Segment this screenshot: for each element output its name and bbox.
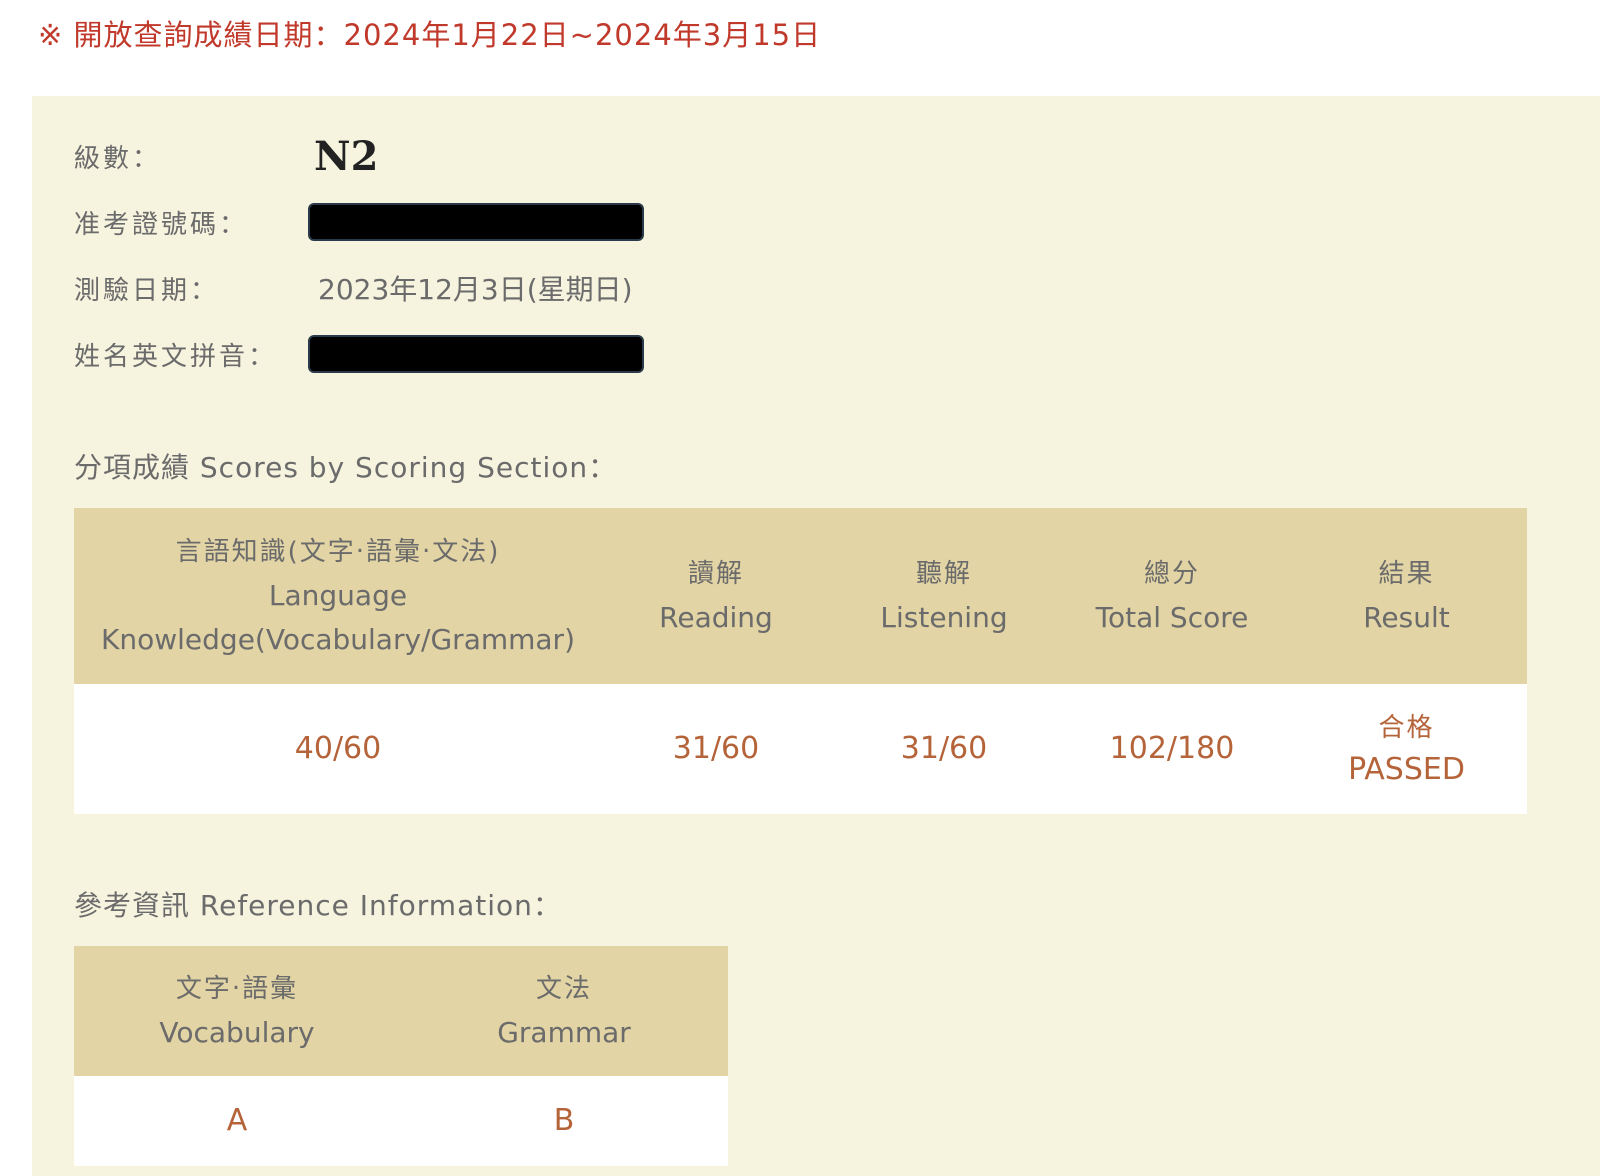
reference-heading: 參考資訊 Reference Information： xyxy=(74,889,562,922)
header-total-score-zh: 總分 xyxy=(1143,559,1200,589)
level-value: N2 xyxy=(314,132,379,180)
reference-value-row: A B xyxy=(74,1076,728,1166)
result-zh: 合格 xyxy=(1378,713,1435,743)
reference-header-row: 文字‧語彙 Vocabulary 文法 Grammar xyxy=(74,946,728,1076)
header-reading-zh: 讀解 xyxy=(687,559,744,589)
header-result-en: Result xyxy=(1363,601,1450,634)
header-vocabulary-zh: 文字‧語彙 xyxy=(175,974,299,1004)
header-reading: 讀解 Reading xyxy=(602,508,830,684)
exam-id-redacted xyxy=(308,203,644,241)
score-value-row: 40/60 31/60 31/60 102/180 合格 PASSED xyxy=(74,684,1527,814)
header-language-knowledge: 言語知識(文字‧語彙‧文法) Language Knowledge(Vocabu… xyxy=(74,508,602,684)
header-result: 結果 Result xyxy=(1286,508,1527,684)
score-header-row: 言語知識(文字‧語彙‧文法) Language Knowledge(Vocabu… xyxy=(74,508,1527,684)
score-total: 102/180 xyxy=(1058,684,1286,814)
exam-id-row: 准考證號碼： xyxy=(74,200,644,244)
level-row: 級數： N2 xyxy=(74,132,379,180)
result-panel: 級數： N2 准考證號碼： 測驗日期： 2023年12月3日(星期日) 姓名英文… xyxy=(32,96,1600,1176)
header-reading-en: Reading xyxy=(659,601,773,634)
header-vocabulary: 文字‧語彙 Vocabulary xyxy=(74,946,400,1076)
query-period-notice: ※ 開放查詢成績日期：2024年1月22日~2024年3月15日 xyxy=(38,18,822,52)
header-language-knowledge-en: Language Knowledge(Vocabulary/Grammar) xyxy=(101,579,575,656)
name-redacted xyxy=(308,335,644,373)
score-result: 合格 PASSED xyxy=(1286,684,1527,814)
scores-heading: 分項成績 Scores by Scoring Section： xyxy=(74,451,618,484)
test-date-value: 2023年12月3日(星期日) xyxy=(318,273,633,306)
score-language-knowledge: 40/60 xyxy=(74,684,602,814)
header-listening: 聽解 Listening xyxy=(830,508,1058,684)
header-grammar-zh: 文法 xyxy=(535,974,592,1004)
header-total-score-en: Total Score xyxy=(1095,601,1249,634)
exam-id-label: 准考證號碼： xyxy=(74,209,249,240)
name-row: 姓名英文拼音： xyxy=(74,332,644,376)
header-total-score: 總分 Total Score xyxy=(1058,508,1286,684)
header-result-zh: 結果 xyxy=(1378,559,1435,589)
reference-vocabulary: A xyxy=(74,1076,400,1166)
reference-table: 文字‧語彙 Vocabulary 文法 Grammar A B xyxy=(74,946,728,1166)
header-grammar-en: Grammar xyxy=(497,1016,631,1049)
header-listening-zh: 聽解 xyxy=(915,559,972,589)
test-date-row: 測驗日期： 2023年12月3日(星期日) xyxy=(74,266,633,310)
score-reading: 31/60 xyxy=(602,684,830,814)
header-listening-en: Listening xyxy=(880,601,1008,634)
score-listening: 31/60 xyxy=(830,684,1058,814)
header-language-knowledge-zh: 言語知識(文字‧語彙‧文法) xyxy=(175,537,501,567)
level-label: 級數： xyxy=(74,143,162,174)
result-en: PASSED xyxy=(1348,752,1465,787)
reference-grammar: B xyxy=(400,1076,728,1166)
header-vocabulary-en: Vocabulary xyxy=(159,1016,315,1049)
test-date-label: 測驗日期： xyxy=(74,275,220,306)
header-grammar: 文法 Grammar xyxy=(400,946,728,1076)
name-label: 姓名英文拼音： xyxy=(74,341,278,372)
score-table: 言語知識(文字‧語彙‧文法) Language Knowledge(Vocabu… xyxy=(74,508,1527,814)
